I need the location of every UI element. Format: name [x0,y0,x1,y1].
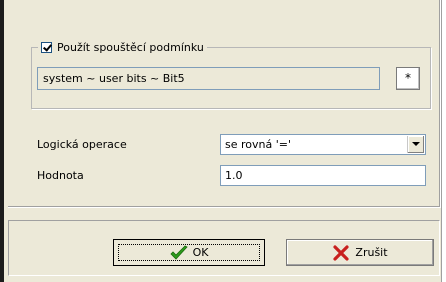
browse-condition-button[interactable]: * [396,67,420,90]
use-trigger-checkbox[interactable] [41,41,52,53]
logical-operation-select[interactable]: se rovná '=' [220,134,426,155]
use-trigger-label[interactable]: Použít spouštěcí podmínku [57,41,204,54]
logical-operation-label: Logická operace [37,138,127,151]
cancel-button[interactable]: Zrušit [286,239,434,266]
logical-operation-value: se rovná '=' [225,138,291,151]
condition-path-field: system ~ user bits ~ Bit5 [37,67,380,90]
ok-button[interactable]: OK [113,239,265,266]
focus-rectangle [118,244,260,261]
value-label: Hodnota [37,169,84,182]
cancel-label: Zrušit [355,246,388,259]
window-left-border [0,0,4,282]
trigger-condition-toggle[interactable]: Použít spouštěcí podmínku [38,40,207,54]
red-x-icon [333,244,350,261]
value-input[interactable]: 1.0 [220,165,426,186]
window-right-border [442,0,446,282]
chevron-down-icon[interactable] [407,136,424,153]
